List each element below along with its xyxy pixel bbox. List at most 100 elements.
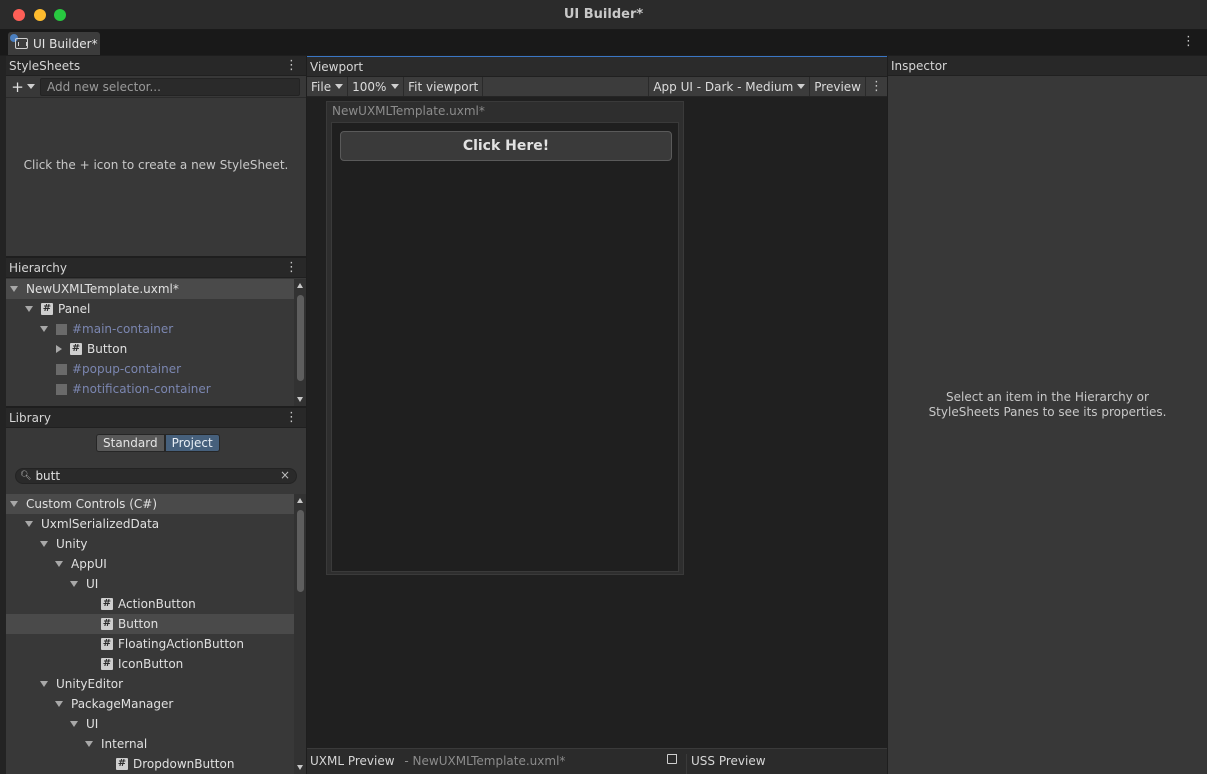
hierarchy-pane: Hierarchy ⋮ NewUXMLTemplate.uxml* # Pane…: [6, 258, 306, 406]
library-item-label: Button: [118, 617, 159, 631]
scroll-thumb[interactable]: [297, 295, 304, 381]
element-hash-icon: #: [101, 638, 113, 650]
scroll-down-icon[interactable]: [297, 765, 303, 770]
hierarchy-row-main-container[interactable]: #main-container: [6, 319, 294, 339]
fit-viewport-button[interactable]: Fit viewport: [404, 77, 484, 96]
viewport-menu-kebab-icon[interactable]: ⋮: [866, 77, 887, 96]
uxml-preview-tab[interactable]: UXML Preview - NewUXMLTemplate.uxml*: [307, 754, 687, 774]
hierarchy-item-label: #notification-container: [72, 382, 211, 396]
hierarchy-row-panel[interactable]: # Panel: [6, 299, 294, 319]
element-hash-icon: #: [41, 303, 53, 315]
expand-arrow-icon[interactable]: [40, 681, 48, 687]
library-item-label: DropdownButton: [133, 757, 235, 771]
expand-arrow-icon[interactable]: [85, 741, 93, 747]
library-row-appui[interactable]: AppUI: [6, 554, 294, 574]
hierarchy-scrollbar[interactable]: [294, 279, 306, 406]
library-row-unity[interactable]: Unity: [6, 534, 294, 554]
hierarchy-item-label: #popup-container: [72, 362, 182, 376]
library-item-label: AppUI: [71, 557, 107, 571]
fit-viewport-label: Fit viewport: [408, 79, 479, 94]
add-selector-input[interactable]: Add new selector...: [40, 77, 300, 96]
hierarchy-row-notification-container[interactable]: #notification-container: [6, 379, 294, 399]
container-icon: [56, 383, 67, 395]
stylesheets-header: StyleSheets ⋮: [6, 56, 306, 76]
uxml-preview-file: - NewUXMLTemplate.uxml*: [404, 754, 566, 768]
tab-label: UI Builder*: [33, 36, 98, 51]
library-search-input[interactable]: 🔍︎ butt ×: [15, 468, 297, 484]
open-external-icon[interactable]: [667, 754, 677, 764]
library-row-uxmlserializeddata[interactable]: UxmlSerializedData: [6, 514, 294, 534]
hierarchy-row-popup-container[interactable]: #popup-container: [6, 359, 294, 379]
hierarchy-row-document[interactable]: NewUXMLTemplate.uxml*: [6, 279, 294, 299]
hierarchy-item-label: Button: [87, 342, 128, 356]
library-item-label: ActionButton: [118, 597, 196, 611]
expand-arrow-icon[interactable]: [40, 541, 48, 547]
canvas-document[interactable]: Click Here!: [331, 122, 679, 572]
library-row-packagemanager[interactable]: PackageManager: [6, 694, 294, 714]
tab-standard[interactable]: Standard: [96, 434, 165, 452]
inspector-pane: Inspector Select an item in the Hierarch…: [888, 56, 1207, 774]
tab-menu-kebab-icon[interactable]: ⋮: [1182, 35, 1195, 48]
file-menu-button[interactable]: File: [307, 77, 349, 96]
element-hash-icon: #: [101, 598, 113, 610]
tab-project[interactable]: Project: [164, 434, 220, 452]
library-row-dropdownbutton[interactable]: # DropdownButton: [6, 754, 294, 774]
expand-arrow-icon[interactable]: [10, 501, 18, 507]
library-row-actionbutton[interactable]: # ActionButton: [6, 594, 294, 614]
add-stylesheet-button[interactable]: +: [6, 77, 40, 97]
expand-arrow-icon[interactable]: [40, 326, 48, 332]
expand-arrow-icon[interactable]: [70, 581, 78, 587]
library-row-ui[interactable]: UI: [6, 574, 294, 594]
collapsed-arrow-icon[interactable]: [56, 345, 62, 353]
expand-arrow-icon[interactable]: [55, 561, 63, 567]
library-menu-kebab-icon[interactable]: ⋮: [285, 411, 298, 424]
preview-bar: UXML Preview - NewUXMLTemplate.uxml* USS…: [307, 748, 887, 774]
uss-preview-label: USS Preview: [691, 754, 766, 768]
library-item-label: Unity: [56, 537, 88, 551]
library-row-internal[interactable]: Internal: [6, 734, 294, 754]
inspector-title: Inspector: [891, 58, 947, 73]
library-row-ui-2[interactable]: UI: [6, 714, 294, 734]
container-icon: [56, 323, 67, 335]
theme-dropdown[interactable]: App UI - Dark - Medium: [649, 77, 811, 96]
stylesheets-menu-kebab-icon[interactable]: ⋮: [285, 59, 298, 72]
canvas-click-button[interactable]: Click Here!: [340, 131, 672, 161]
scroll-down-icon[interactable]: [297, 397, 303, 402]
preview-button[interactable]: Preview: [810, 77, 866, 96]
inspector-header: Inspector: [888, 56, 1207, 76]
library-row-button[interactable]: # Button: [6, 614, 294, 634]
hierarchy-menu-kebab-icon[interactable]: ⋮: [285, 261, 298, 274]
uss-preview-tab[interactable]: USS Preview: [687, 754, 766, 768]
library-item-label: UnityEditor: [56, 677, 124, 691]
library-scrollbar[interactable]: [294, 494, 306, 774]
scroll-up-icon[interactable]: [297, 498, 303, 503]
window-titlebar: UI Builder*: [0, 0, 1207, 30]
stylesheets-empty-message: Click the + icon to create a new StyleSh…: [23, 158, 289, 172]
hierarchy-row-button[interactable]: # Button: [6, 339, 294, 359]
uxml-preview-label: UXML Preview: [310, 754, 395, 768]
zoom-dropdown[interactable]: 100%: [348, 77, 405, 96]
stylesheets-pane: StyleSheets ⋮ + Add new selector... Clic…: [6, 56, 306, 256]
library-row-iconbutton[interactable]: # IconButton: [6, 654, 294, 674]
library-row-floatingactionbutton[interactable]: # FloatingActionButton: [6, 634, 294, 654]
library-row-unityeditor[interactable]: UnityEditor: [6, 674, 294, 694]
library-item-label: PackageManager: [71, 697, 174, 711]
clear-search-icon[interactable]: ×: [280, 468, 290, 482]
library-row-custom-controls[interactable]: Custom Controls (C#): [6, 494, 294, 514]
expand-arrow-icon[interactable]: [25, 306, 33, 312]
hierarchy-item-label: Panel: [58, 302, 91, 316]
expand-arrow-icon[interactable]: [10, 286, 18, 292]
viewport-pane: Viewport File 100% Fit viewport App UI -…: [307, 56, 887, 774]
expand-arrow-icon[interactable]: [55, 701, 63, 707]
canvas-frame[interactable]: NewUXMLTemplate.uxml* Click Here!: [326, 101, 684, 575]
expand-arrow-icon[interactable]: [25, 521, 33, 527]
scroll-thumb[interactable]: [297, 510, 304, 592]
expand-arrow-icon[interactable]: [70, 721, 78, 727]
element-hash-icon: #: [101, 658, 113, 670]
tab-ui-builder[interactable]: UI Builder*: [8, 32, 100, 55]
scroll-up-icon[interactable]: [297, 283, 303, 288]
library-header: Library ⋮: [6, 408, 306, 428]
viewport-header: Viewport: [307, 57, 887, 77]
container-icon: [56, 363, 67, 375]
element-hash-icon: #: [70, 343, 82, 355]
